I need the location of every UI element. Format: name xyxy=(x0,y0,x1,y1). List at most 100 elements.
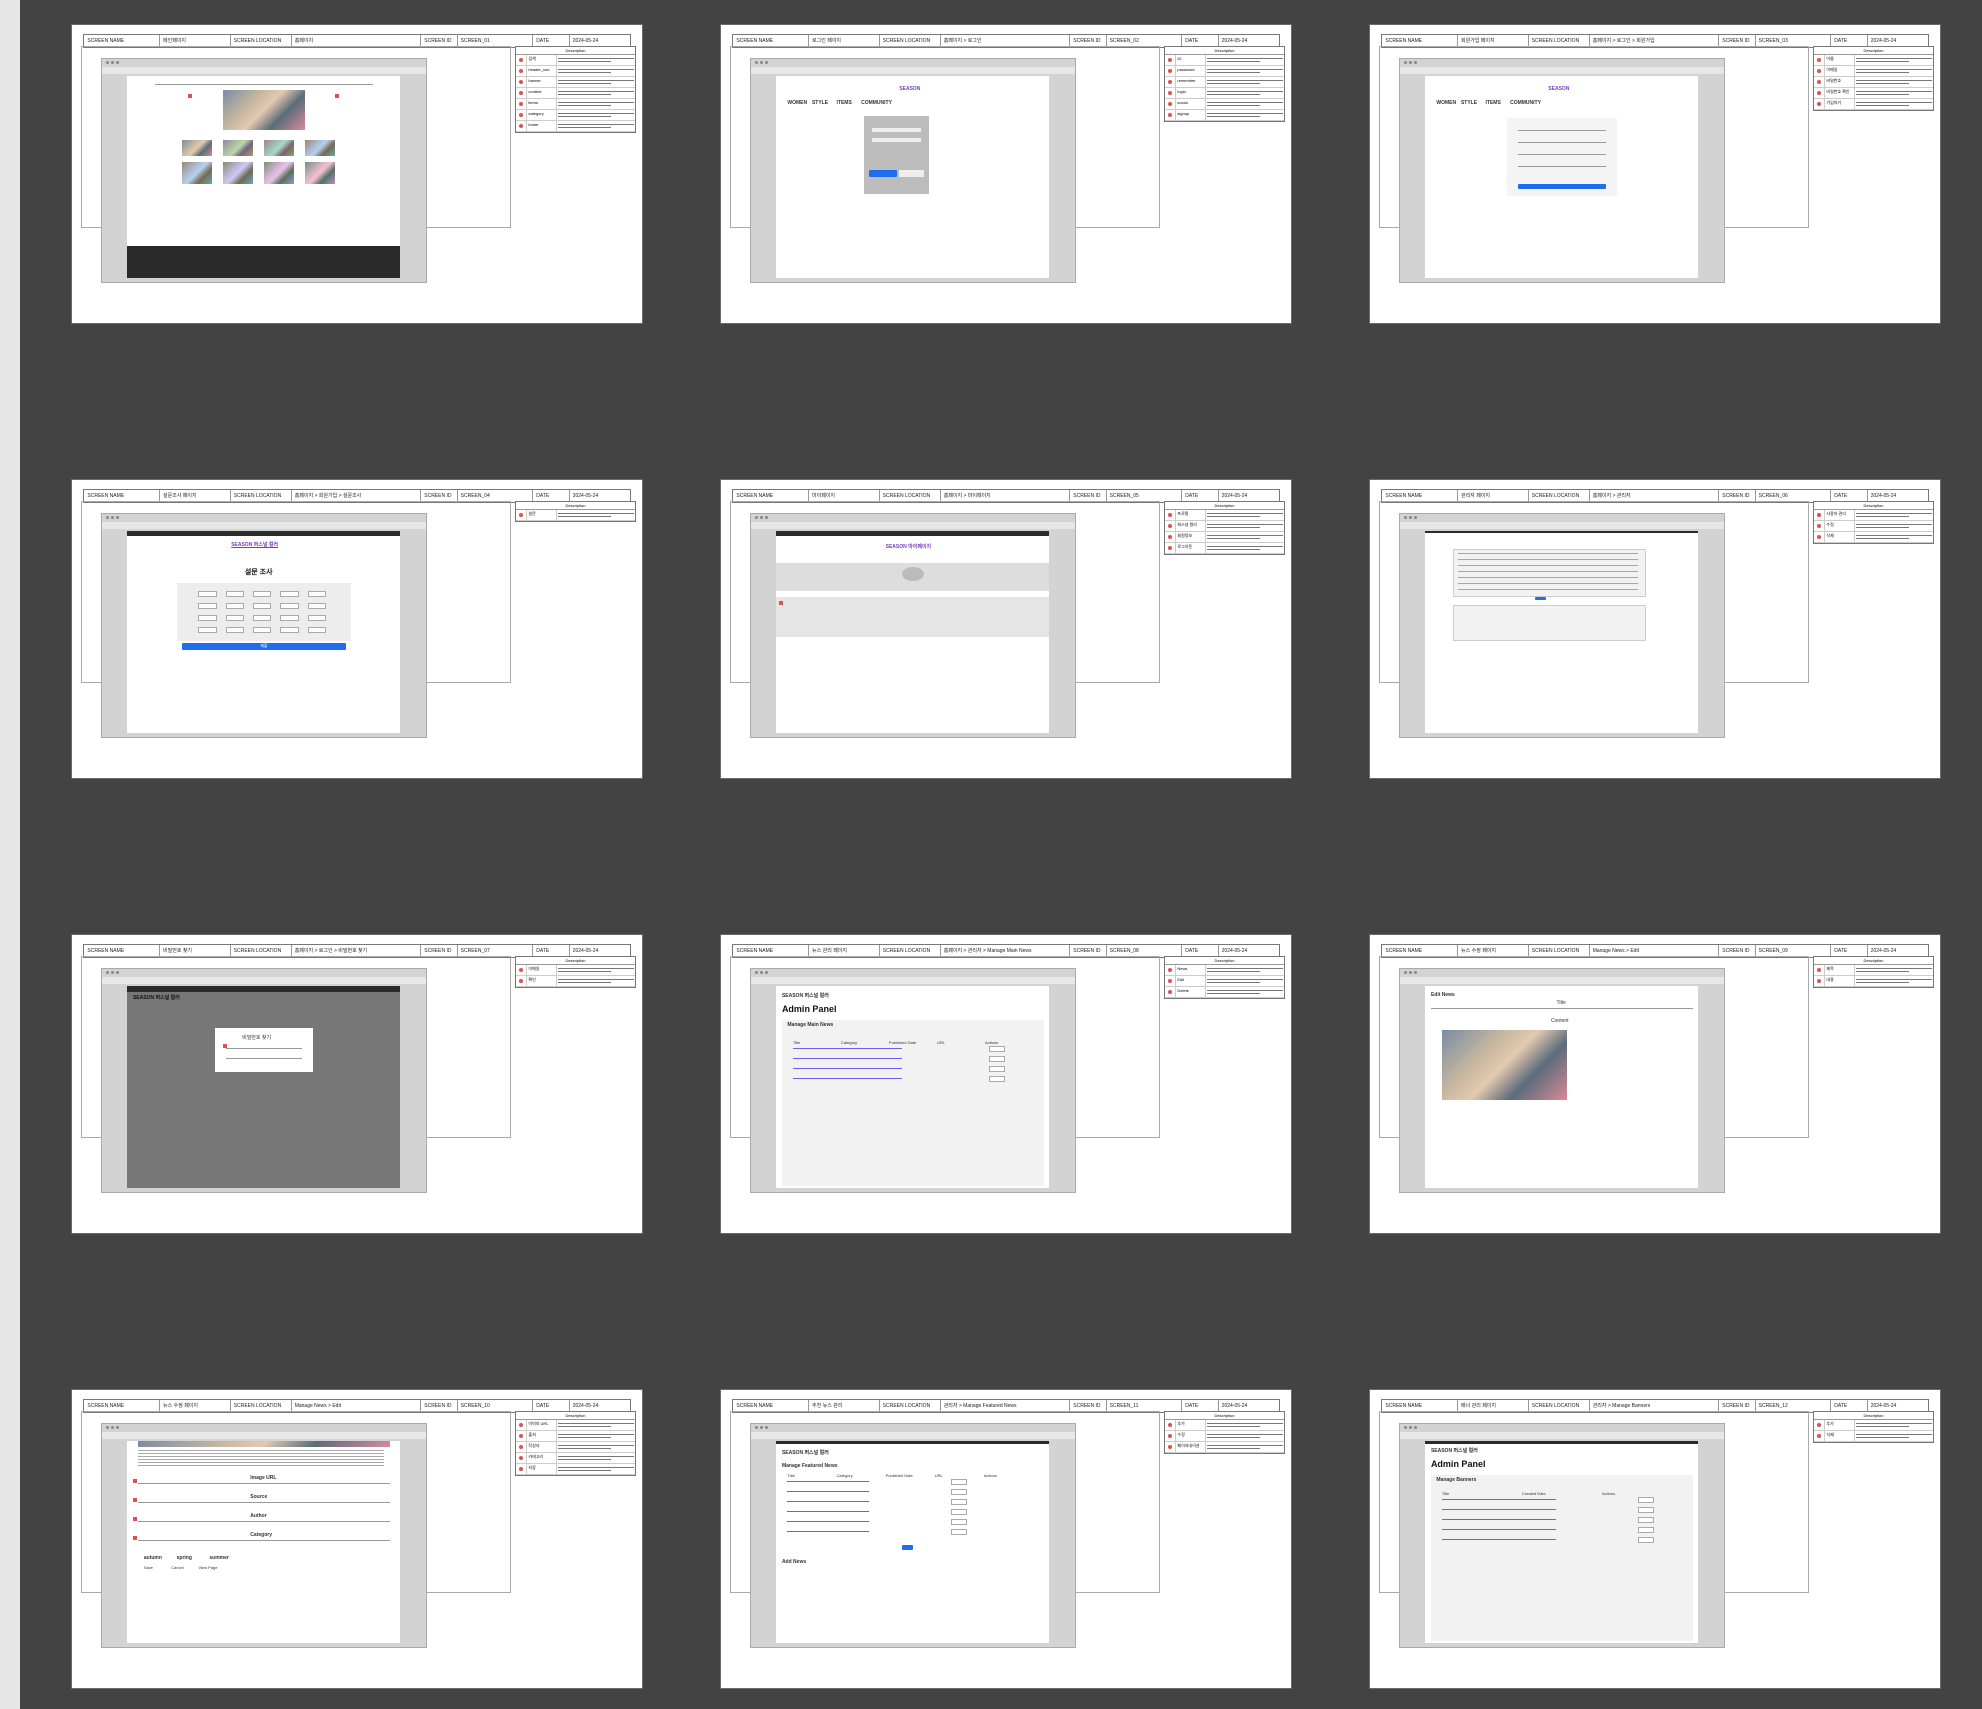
table-row[interactable] xyxy=(787,1480,870,1482)
close-dot-icon[interactable] xyxy=(754,970,758,974)
site-logo[interactable]: SEASON 퍼스널 컬러 xyxy=(133,994,180,1001)
form-button[interactable]: View Page xyxy=(198,1565,217,1570)
survey-option[interactable] xyxy=(307,602,326,609)
title-input[interactable] xyxy=(1430,1007,1693,1009)
survey-option[interactable] xyxy=(280,590,299,597)
wireframe-slide[interactable]: SCREEN NAME 마이페이지 SCREEN LOCATION 홈페이지 > 마이… xyxy=(721,480,1291,778)
survey-option[interactable] xyxy=(307,590,326,597)
address-bar[interactable] xyxy=(101,521,427,529)
product-thumb[interactable] xyxy=(182,139,213,156)
survey-option[interactable] xyxy=(253,602,272,609)
maximize-dot-icon[interactable] xyxy=(1413,1425,1417,1429)
nav-item[interactable]: STYLE xyxy=(812,100,828,106)
edit-button[interactable] xyxy=(1638,1496,1654,1503)
product-thumb[interactable] xyxy=(304,161,335,184)
table-row[interactable] xyxy=(1458,570,1639,572)
maximize-dot-icon[interactable] xyxy=(764,1425,768,1429)
wireframe-slide[interactable]: SCREEN NAME 로그인 페이지 SCREEN LOCATION 홈페이지 > … xyxy=(721,25,1291,323)
edit-button[interactable] xyxy=(1638,1516,1654,1523)
maximize-dot-icon[interactable] xyxy=(115,1425,119,1429)
site-logo[interactable]: SEASON xyxy=(1548,86,1569,92)
site-logo[interactable]: SEASON 퍼스널 컬러 xyxy=(1431,1447,1478,1454)
password-input[interactable] xyxy=(872,137,922,142)
maximize-dot-icon[interactable] xyxy=(764,60,768,64)
maximize-dot-icon[interactable] xyxy=(1413,515,1417,519)
nav-item[interactable]: STYLE xyxy=(1461,100,1477,106)
address-bar[interactable] xyxy=(750,1431,1076,1439)
nav-item[interactable]: WOMEN xyxy=(1436,100,1456,106)
close-dot-icon[interactable] xyxy=(754,515,758,519)
edit-button[interactable] xyxy=(951,1478,967,1485)
edit-button[interactable] xyxy=(1638,1506,1654,1513)
field-input[interactable] xyxy=(138,1539,390,1541)
minimize-dot-icon[interactable] xyxy=(759,970,763,974)
survey-option[interactable] xyxy=(225,626,245,633)
close-dot-icon[interactable] xyxy=(105,1425,109,1429)
survey-option[interactable] xyxy=(198,614,217,621)
product-thumb[interactable] xyxy=(223,139,254,156)
survey-option[interactable] xyxy=(225,602,245,609)
join-button[interactable] xyxy=(1518,183,1606,189)
minimize-dot-icon[interactable] xyxy=(759,515,763,519)
confirm-input[interactable] xyxy=(225,1057,303,1059)
edit-button[interactable] xyxy=(989,1045,1005,1052)
address-bar[interactable] xyxy=(750,521,1076,529)
edit-button[interactable] xyxy=(989,1055,1005,1062)
signup-button[interactable] xyxy=(899,169,924,177)
edit-button[interactable] xyxy=(951,1508,967,1515)
address-bar[interactable] xyxy=(1399,521,1725,529)
survey-option[interactable] xyxy=(253,626,272,633)
product-thumb[interactable] xyxy=(263,139,294,156)
survey-option[interactable] xyxy=(225,590,245,597)
form-input[interactable] xyxy=(1518,141,1606,143)
survey-option[interactable] xyxy=(253,590,272,597)
table-row[interactable] xyxy=(1458,558,1639,560)
survey-option[interactable] xyxy=(280,626,299,633)
form-input[interactable] xyxy=(1518,129,1606,131)
table-row[interactable] xyxy=(1458,576,1639,578)
site-logo[interactable]: SEASON 마이페이지 xyxy=(886,543,932,550)
nav-item[interactable]: WOMEN xyxy=(787,100,807,106)
table-row[interactable] xyxy=(1458,582,1639,584)
wireframe-slide[interactable]: SCREEN NAME 배너 관리 페이지 SCREEN LOCATION 관리자 >… xyxy=(1370,1390,1940,1688)
address-bar[interactable] xyxy=(1399,66,1725,74)
table-row[interactable] xyxy=(792,1077,903,1079)
field-input[interactable] xyxy=(138,1482,390,1484)
table-row[interactable] xyxy=(1441,1538,1557,1540)
address-bar[interactable] xyxy=(101,66,427,74)
table-row[interactable] xyxy=(1441,1528,1557,1530)
category-option[interactable]: spring xyxy=(177,1555,192,1561)
edit-button[interactable] xyxy=(1638,1526,1654,1533)
form-button[interactable]: Cancel xyxy=(171,1565,183,1570)
wireframe-slide[interactable]: SCREEN NAME 뉴스 수정 페이지 SCREEN LOCATION Manag… xyxy=(1370,935,1940,1233)
wireframe-slide[interactable]: SCREEN NAME 회원가입 페이지 SCREEN LOCATION 홈페이지 >… xyxy=(1370,25,1940,323)
edit-button[interactable] xyxy=(989,1075,1005,1082)
edit-button[interactable] xyxy=(989,1065,1005,1072)
site-logo[interactable]: SEASON xyxy=(899,86,920,92)
site-logo[interactable]: SEASON 퍼스널 컬러 xyxy=(782,1449,829,1456)
email-input[interactable] xyxy=(225,1047,303,1049)
survey-option[interactable] xyxy=(253,614,272,621)
maximize-dot-icon[interactable] xyxy=(115,515,119,519)
nav-item[interactable]: COMMUNITY xyxy=(861,100,892,106)
minimize-dot-icon[interactable] xyxy=(1408,515,1412,519)
close-dot-icon[interactable] xyxy=(105,60,109,64)
form-input[interactable] xyxy=(1518,153,1606,155)
close-dot-icon[interactable] xyxy=(105,515,109,519)
address-bar[interactable] xyxy=(750,66,1076,74)
minimize-dot-icon[interactable] xyxy=(110,60,114,64)
maximize-dot-icon[interactable] xyxy=(115,970,119,974)
site-logo[interactable]: SEASON 퍼스널 컬러 xyxy=(231,541,278,548)
close-dot-icon[interactable] xyxy=(105,970,109,974)
address-bar[interactable] xyxy=(1399,976,1725,984)
wireframe-slide[interactable]: SCREEN NAME 설문조사 페이지 SCREEN LOCATION 홈페이지 >… xyxy=(72,480,642,778)
survey-option[interactable] xyxy=(307,614,326,621)
product-thumb[interactable] xyxy=(182,161,213,184)
table-row[interactable] xyxy=(792,1067,903,1069)
minimize-dot-icon[interactable] xyxy=(759,60,763,64)
close-dot-icon[interactable] xyxy=(1403,1425,1407,1429)
table-row[interactable] xyxy=(787,1500,870,1502)
edit-button[interactable] xyxy=(951,1488,967,1495)
field-input[interactable] xyxy=(138,1501,390,1503)
table-row[interactable] xyxy=(1458,552,1639,554)
